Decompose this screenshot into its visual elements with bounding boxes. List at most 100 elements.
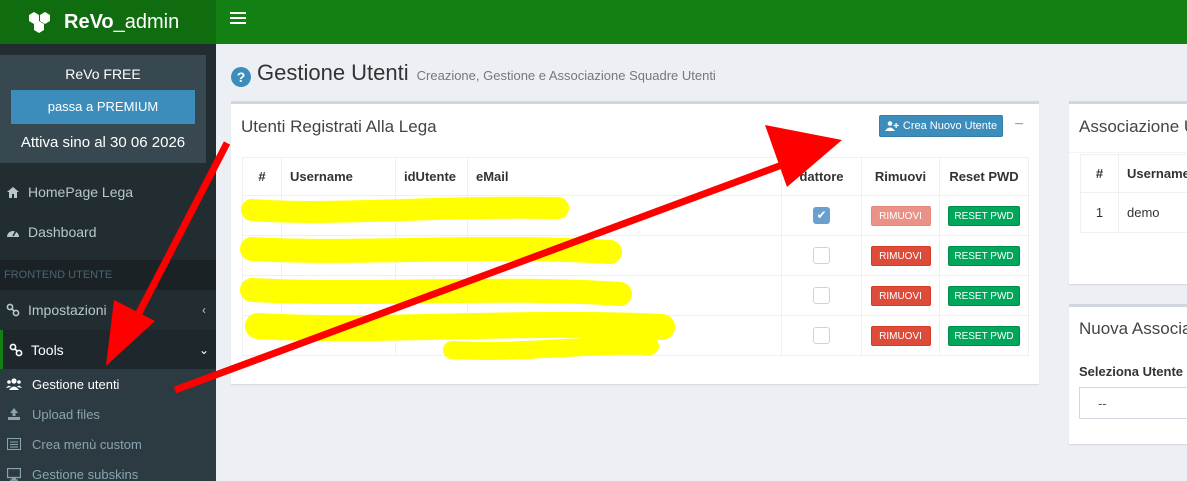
dashboard-icon — [6, 225, 20, 239]
chevron-down-icon: ⌄ — [198, 343, 210, 357]
submenu-item-label: Upload files — [32, 406, 100, 422]
cell-rimuovi: RIMUOVI — [861, 315, 940, 356]
box-divider — [1069, 152, 1187, 153]
submenu-item-crea-menu-custom[interactable]: Crea menù custom — [0, 429, 216, 459]
cell-username — [281, 235, 396, 276]
page-title: Gestione Utenti — [257, 60, 409, 85]
list-icon — [6, 438, 22, 450]
hexagons-logo-icon — [29, 12, 50, 33]
dattore-checkbox[interactable] — [813, 247, 830, 265]
upgrade-premium-button[interactable]: passa a PREMIUM — [11, 90, 195, 124]
remove-button[interactable]: RIMUOVI — [870, 285, 931, 306]
table-row: ✔ RIMUOVI RESET PWD — [242, 195, 1029, 236]
create-user-button[interactable]: Crea Nuovo Utente — [879, 115, 1003, 137]
cell-dattore — [781, 315, 862, 356]
submenu-item-gestione-subskins[interactable]: Gestione subskins — [0, 459, 216, 481]
sidebar-toggle-icon[interactable] — [230, 12, 246, 28]
reset-pwd-button[interactable]: RESET PWD — [948, 205, 1020, 226]
link-icon — [6, 303, 20, 317]
page-header: ? Gestione Utenti Creazione, Gestione e … — [231, 60, 716, 87]
cell-reset: RESET PWD — [939, 195, 1029, 236]
col-header-rimuovi: Rimuovi — [861, 157, 940, 196]
cell-email — [467, 275, 782, 316]
box-title: Associazione U — [1079, 117, 1187, 136]
home-icon — [6, 185, 20, 199]
col-header-reset-pwd: Reset PWD — [939, 157, 1029, 196]
promo-panel: ReVo FREE passa a PREMIUM Attiva sino al… — [0, 55, 206, 163]
app-logo[interactable]: ReVo_admin — [0, 0, 216, 44]
sidebar-item-label: HomePage Lega — [28, 184, 134, 200]
col-header-number: # — [1080, 154, 1119, 193]
cell-rimuovi: RIMUOVI — [861, 235, 940, 276]
user-plus-icon — [884, 121, 899, 131]
promo-title: ReVo FREE — [65, 66, 141, 82]
remove-button[interactable]: RIMUOVI — [870, 245, 931, 266]
table-header-row: # Username idUtente eMail dattore Rimuov… — [242, 157, 1029, 196]
sidebar: ReVo FREE passa a PREMIUM Attiva sino al… — [0, 44, 216, 481]
collapse-minus-icon[interactable]: − — [1011, 116, 1027, 134]
cell-number — [242, 275, 282, 316]
cell-dattore: ✔ — [781, 195, 862, 236]
page-subtitle: Creazione, Gestione e Associazione Squad… — [416, 68, 716, 83]
top-navbar: ReVo_admin — [0, 0, 1187, 44]
sidebar-item-homepage-lega[interactable]: HomePage Lega — [0, 172, 216, 212]
cell-username — [281, 195, 396, 236]
cell-reset: RESET PWD — [939, 235, 1029, 276]
submenu-item-label: Gestione subskins — [32, 466, 139, 481]
table-header-row: # Username — [1080, 154, 1187, 193]
sidebar-item-tools[interactable]: Tools ⌄ — [0, 330, 216, 370]
dattore-checkbox[interactable]: ✔ — [813, 207, 830, 225]
team-association-box: Associazione U # Username 1 demo — [1069, 101, 1187, 284]
cell-idutente — [395, 275, 468, 316]
col-header-dattore: dattore — [781, 157, 862, 196]
submenu-item-label: Crea menù custom — [32, 436, 142, 452]
create-user-label: Crea Nuovo Utente — [902, 120, 998, 132]
reset-pwd-button[interactable]: RESET PWD — [948, 285, 1020, 306]
select-user-dropdown[interactable]: -- — [1079, 387, 1187, 419]
new-association-box: Nuova Associa Seleziona Utente -- — [1069, 304, 1187, 444]
cell-email — [467, 315, 782, 356]
cell-dattore — [781, 275, 862, 316]
cell-rimuovi: RIMUOVI — [861, 195, 940, 236]
submenu-item-upload-files[interactable]: Upload files — [0, 399, 216, 429]
cell-number: 1 — [1080, 192, 1119, 233]
cell-reset: RESET PWD — [939, 275, 1029, 316]
cell-idutente — [395, 235, 468, 276]
cell-number — [242, 235, 282, 276]
cell-rimuovi: RIMUOVI — [861, 275, 940, 316]
table-row: RIMUOVI RESET PWD — [242, 235, 1029, 276]
sidebar-section-header: FRONTEND UTENTE — [0, 260, 216, 290]
cell-email — [467, 195, 782, 236]
remove-button[interactable]: RIMUOVI — [870, 205, 931, 226]
sidebar-item-dashboard[interactable]: Dashboard — [0, 212, 216, 252]
table-row: RIMUOVI RESET PWD — [242, 275, 1029, 316]
users-icon — [6, 378, 22, 390]
cell-number — [242, 315, 282, 356]
box-title: Nuova Associa — [1079, 319, 1187, 338]
col-header-idutente: idUtente — [395, 157, 468, 196]
reset-pwd-button[interactable]: RESET PWD — [948, 245, 1020, 266]
sidebar-item-label: Dashboard — [28, 224, 97, 240]
box-title: Utenti Registrati Alla Lega — [241, 117, 437, 136]
app-brand: ReVo_admin — [64, 10, 180, 33]
link-icon — [9, 343, 23, 357]
dattore-checkbox[interactable] — [813, 327, 830, 345]
select-user-label: Seleziona Utente — [1079, 364, 1184, 379]
reset-pwd-button[interactable]: RESET PWD — [948, 325, 1020, 346]
submenu-item-label: Gestione utenti — [32, 376, 120, 392]
registered-users-box: Utenti Registrati Alla Lega Crea Nuovo U… — [231, 101, 1039, 384]
submenu-item-gestione-utenti[interactable]: Gestione utenti — [0, 369, 216, 399]
sidebar-item-label: Impostazioni — [28, 302, 107, 318]
col-header-username: Username — [281, 157, 396, 196]
dattore-checkbox[interactable] — [813, 287, 830, 305]
cell-username — [281, 275, 396, 316]
sidebar-item-impostazioni[interactable]: Impostazioni ‹ — [0, 290, 216, 330]
promo-expiry-text: Attiva sino al 30 06 2026 — [20, 134, 186, 151]
desktop-icon — [6, 467, 22, 481]
cell-username: demo — [1118, 192, 1187, 233]
users-table: # Username idUtente eMail dattore Rimuov… — [242, 157, 1029, 356]
remove-button[interactable]: RIMUOVI — [870, 325, 931, 346]
col-header-username: Username — [1118, 154, 1187, 193]
question-circle-icon: ? — [231, 67, 251, 87]
cell-idutente — [395, 195, 468, 236]
